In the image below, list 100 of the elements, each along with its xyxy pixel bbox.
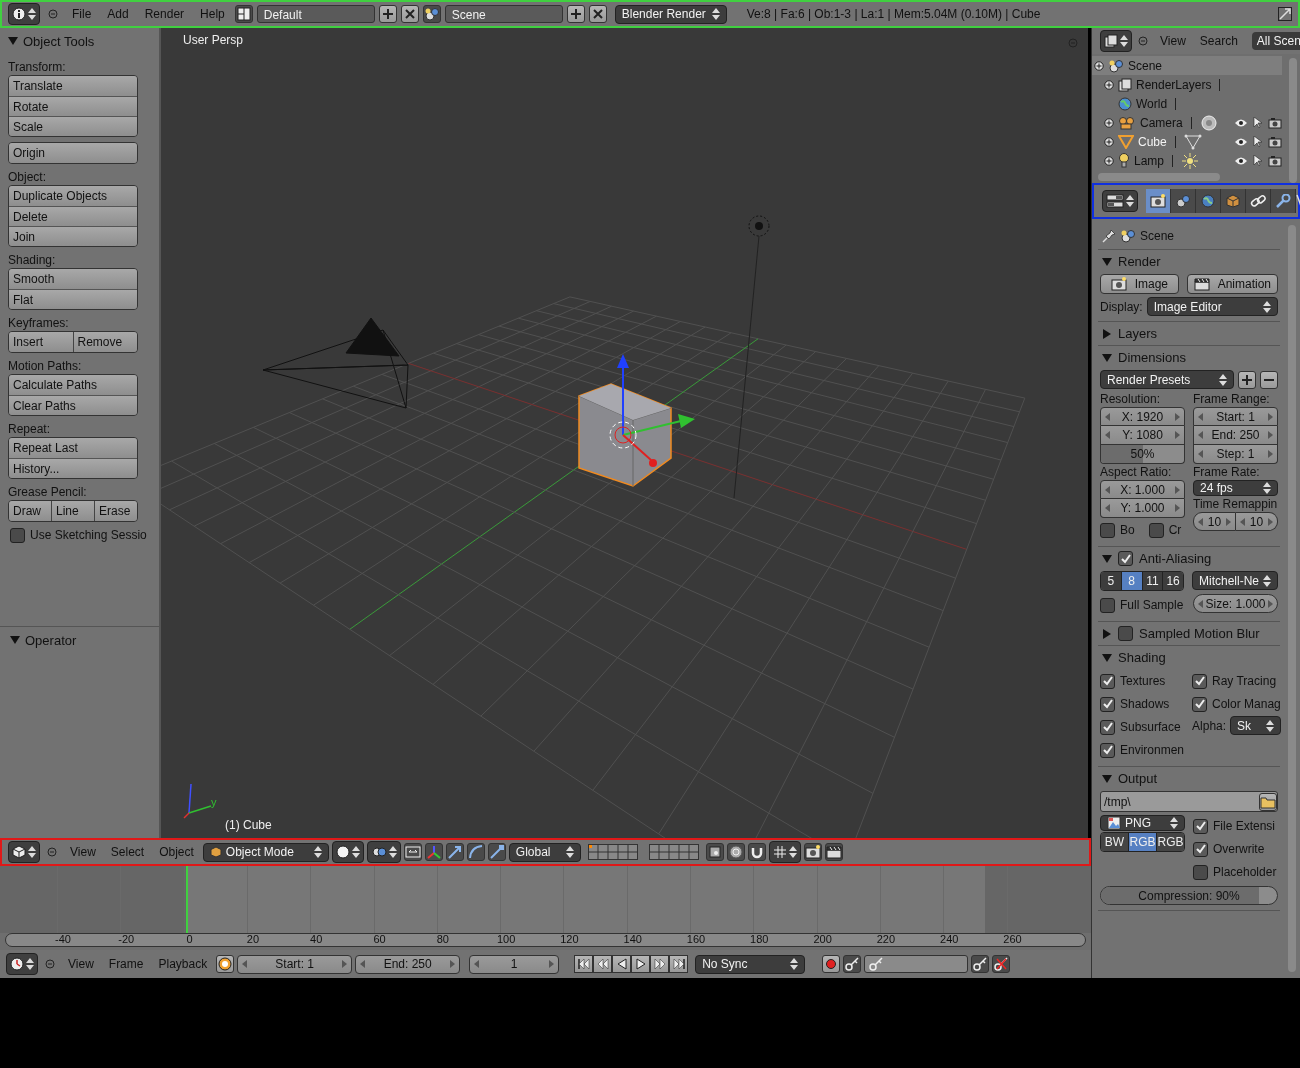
eye-icon[interactable] [1234, 155, 1248, 166]
collapse-triangle-icon[interactable] [1102, 773, 1112, 784]
checkbox[interactable] [1118, 626, 1133, 641]
menu-item[interactable]: Playback [152, 957, 214, 971]
keying-set-field[interactable] [864, 955, 969, 973]
frame-range-field[interactable]: Start: 1 [1193, 407, 1278, 426]
time-remap-field[interactable]: 10 [1193, 512, 1236, 531]
eye-icon[interactable] [1234, 117, 1248, 128]
play-button[interactable] [631, 955, 651, 973]
layers-grid-icon[interactable] [587, 844, 638, 860]
expand-triangle-icon[interactable] [1102, 628, 1112, 639]
left-arrow-icon[interactable] [1240, 517, 1245, 526]
editor-type-button[interactable] [1100, 30, 1132, 52]
checkbox[interactable] [1100, 696, 1115, 712]
screen-layout-field[interactable]: Default [256, 5, 375, 23]
tool-button[interactable]: Duplicate Objects [9, 186, 137, 206]
tool-button[interactable]: Translate [9, 76, 137, 96]
menu-item[interactable]: Search [1193, 34, 1244, 48]
timeline-area[interactable]: -40 -20 0 20 40 60 80 100 120 140 160 180 200 220 240 260 [0, 866, 1091, 950]
right-arrow-icon[interactable] [1268, 412, 1273, 421]
scrollbar[interactable] [1288, 225, 1296, 972]
delete-keyframe-button[interactable] [992, 955, 1011, 973]
eye-icon[interactable] [1234, 136, 1248, 147]
right-arrow-icon[interactable] [1175, 412, 1180, 421]
panel-title[interactable]: Sampled Motion Blur [1139, 626, 1260, 641]
left-arrow-icon[interactable] [1198, 517, 1203, 526]
expand-icon[interactable] [1104, 79, 1114, 90]
collapse-triangle-icon[interactable] [1102, 553, 1112, 564]
close-button[interactable] [588, 5, 607, 23]
render-animation-button[interactable] [824, 843, 843, 861]
panel-title[interactable]: Render [1118, 254, 1161, 269]
translate-button[interactable] [445, 843, 464, 861]
viewport-3d[interactable]: User Persp y (1) Cube [161, 28, 1088, 838]
tool-button[interactable]: Erase [94, 501, 137, 521]
collapse-triangle-icon[interactable] [1102, 352, 1112, 363]
scrollbar[interactable] [1289, 58, 1297, 183]
align-button[interactable] [403, 843, 422, 861]
left-arrow-icon[interactable] [474, 960, 480, 968]
frame-ruler[interactable]: -40 -20 0 20 40 60 80 100 120 140 160 180 200 220 240 260 [5, 933, 1086, 947]
end-frame-field[interactable]: End: 250 [355, 954, 461, 974]
preview-range-button[interactable] [216, 955, 235, 973]
scene-button[interactable] [422, 5, 441, 23]
screen-layout-button[interactable] [234, 5, 253, 23]
expand-icon[interactable] [1104, 117, 1114, 128]
panel-title[interactable]: Layers [1118, 326, 1158, 341]
lock-button[interactable] [705, 843, 724, 861]
sync-dropdown[interactable]: No Sync [695, 954, 806, 974]
menu-item[interactable]: Frame [102, 957, 150, 971]
expand-icon[interactable] [1104, 155, 1114, 166]
left-arrow-icon[interactable] [1105, 504, 1110, 512]
current-frame-field[interactable]: 1 [469, 954, 560, 974]
panel-title[interactable]: Anti-Aliasing [1139, 551, 1212, 566]
add-button[interactable] [378, 5, 397, 23]
context-tab[interactable] [1246, 189, 1271, 213]
snap-dropdown[interactable] [768, 841, 801, 863]
pin-icon[interactable] [1102, 229, 1116, 243]
right-arrow-icon[interactable] [1268, 599, 1273, 608]
display-mode-dropdown[interactable]: All Scen [1251, 32, 1300, 50]
checkbox[interactable] [1100, 673, 1115, 689]
context-tab[interactable] [1271, 189, 1296, 213]
context-tab[interactable] [1196, 189, 1221, 213]
display-dropdown[interactable]: Image Editor [1146, 297, 1278, 316]
tool-button[interactable]: Calculate Paths [9, 375, 137, 395]
menu-item[interactable]: View [1154, 34, 1192, 48]
right-arrow-icon[interactable] [1268, 450, 1273, 458]
tool-button[interactable]: Remove [72, 332, 137, 352]
orientation-dropdown[interactable]: Global [508, 842, 581, 862]
tool-button[interactable]: Scale [9, 116, 137, 136]
render-animation-button[interactable]: Animation [1186, 274, 1278, 294]
tree-item[interactable]: Cube [1136, 134, 1169, 149]
collapse-menu-icon[interactable] [1138, 36, 1148, 46]
rotate-button[interactable] [466, 843, 485, 861]
manipulator-button[interactable] [424, 843, 443, 861]
transform-manipulator-drawing[interactable] [609, 354, 695, 467]
collapse-menu-icon[interactable] [47, 847, 57, 857]
checkbox[interactable] [10, 527, 25, 543]
left-arrow-icon[interactable] [1198, 412, 1203, 421]
mode-dropdown[interactable]: Object Mode [202, 842, 329, 862]
left-arrow-icon[interactable] [1105, 431, 1110, 439]
panel-title[interactable]: Operator [25, 632, 77, 648]
file-format-dropdown[interactable]: PNG [1100, 815, 1185, 831]
tool-button[interactable]: Rotate [9, 96, 137, 116]
checkbox[interactable] [1100, 522, 1115, 538]
left-arrow-icon[interactable] [1198, 450, 1203, 458]
menu-item[interactable]: View [62, 957, 100, 971]
menu-item[interactable]: Object [153, 845, 200, 859]
aspect-ratio-field[interactable]: X: 1.000 [1100, 480, 1185, 499]
right-arrow-icon[interactable] [1268, 431, 1273, 439]
menu-item[interactable]: Render [138, 7, 191, 21]
panel-title[interactable]: Dimensions [1118, 350, 1186, 365]
render-engine-dropdown[interactable]: Blender Render [614, 4, 727, 24]
filter-size-field[interactable]: Size: 1.000 [1193, 594, 1278, 613]
checkbox[interactable] [1193, 841, 1208, 857]
layers-grid-icon[interactable] [648, 844, 699, 860]
browse-folder-button[interactable] [1259, 792, 1277, 811]
compression-slider[interactable]: Compression: 90% [1100, 886, 1278, 905]
sample-option[interactable]: 8 [1120, 572, 1142, 590]
context-tab[interactable] [1171, 189, 1196, 213]
color-mode-option[interactable]: BW [1101, 833, 1128, 851]
right-arrow-icon[interactable] [1175, 431, 1180, 439]
